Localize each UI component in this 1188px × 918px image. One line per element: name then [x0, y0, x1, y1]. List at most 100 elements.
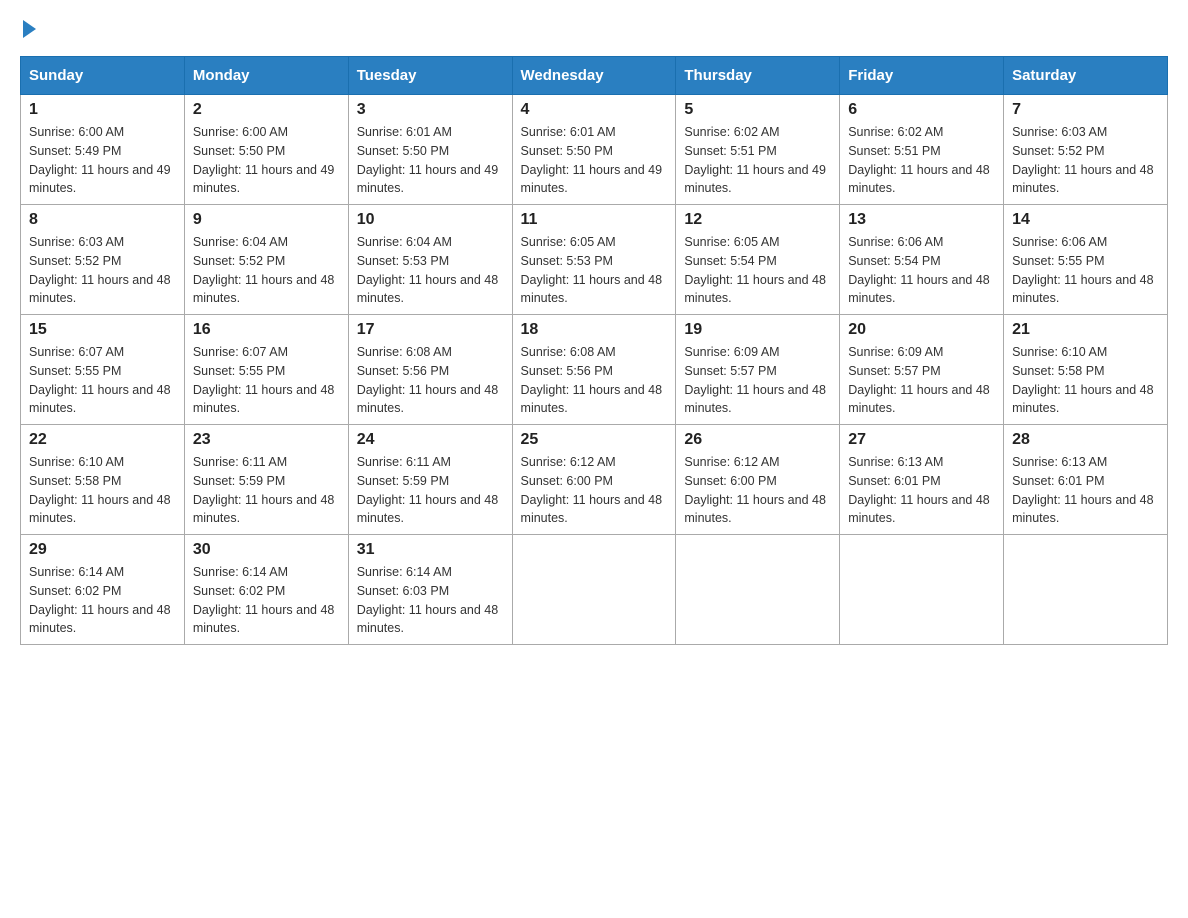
empty-cell — [676, 535, 840, 645]
calendar-day-8: 8 Sunrise: 6:03 AMSunset: 5:52 PMDaylight… — [21, 205, 185, 315]
calendar-day-7: 7 Sunrise: 6:03 AMSunset: 5:52 PMDaylight… — [1004, 95, 1168, 205]
day-info: Sunrise: 6:09 AMSunset: 5:57 PMDaylight:… — [848, 343, 995, 418]
day-number: 4 — [521, 101, 668, 119]
day-number: 12 — [684, 211, 831, 229]
calendar-day-22: 22 Sunrise: 6:10 AMSunset: 5:58 PMDayligh… — [21, 425, 185, 535]
day-number: 14 — [1012, 211, 1159, 229]
day-number: 5 — [684, 101, 831, 119]
day-number: 30 — [193, 541, 340, 559]
calendar-day-9: 9Sunrise: 6:04 AMSunset: 5:52 PMDaylight… — [184, 205, 348, 315]
day-number: 3 — [357, 101, 504, 119]
day-number: 13 — [848, 211, 995, 229]
column-header-friday: Friday — [840, 57, 1004, 95]
logo-triangle-icon — [23, 20, 36, 38]
day-number: 6 — [848, 101, 995, 119]
calendar-week-row-5: 29 Sunrise: 6:14 AMSunset: 6:02 PMDayligh… — [21, 535, 1168, 645]
column-header-wednesday: Wednesday — [512, 57, 676, 95]
day-info: Sunrise: 6:10 AMSunset: 5:58 PMDaylight:… — [1012, 343, 1159, 418]
calendar-week-row-1: 1 Sunrise: 6:00 AMSunset: 5:49 PMDaylight… — [21, 95, 1168, 205]
day-info: Sunrise: 6:12 AMSunset: 6:00 PMDaylight:… — [684, 453, 831, 528]
calendar-day-13: 13Sunrise: 6:06 AMSunset: 5:54 PMDayligh… — [840, 205, 1004, 315]
day-info: Sunrise: 6:07 AMSunset: 5:55 PMDaylight:… — [193, 343, 340, 418]
day-number: 27 — [848, 431, 995, 449]
day-info: Sunrise: 6:14 AMSunset: 6:03 PMDaylight:… — [357, 563, 504, 638]
column-header-tuesday: Tuesday — [348, 57, 512, 95]
day-info: Sunrise: 6:12 AMSunset: 6:00 PMDaylight:… — [521, 453, 668, 528]
day-number: 21 — [1012, 321, 1159, 339]
day-number: 22 — [29, 431, 176, 449]
day-number: 24 — [357, 431, 504, 449]
day-number: 17 — [357, 321, 504, 339]
calendar-day-30: 30 Sunrise: 6:14 AMSunset: 6:02 PMDayligh… — [184, 535, 348, 645]
day-info: Sunrise: 6:05 AMSunset: 5:53 PMDaylight:… — [521, 233, 668, 308]
calendar-day-11: 11 Sunrise: 6:05 AMSunset: 5:53 PMDayligh… — [512, 205, 676, 315]
day-info: Sunrise: 6:02 AMSunset: 5:51 PMDaylight:… — [848, 123, 995, 198]
calendar-day-14: 14 Sunrise: 6:06 AMSunset: 5:55 PMDayligh… — [1004, 205, 1168, 315]
day-info: Sunrise: 6:13 AMSunset: 6:01 PMDaylight:… — [1012, 453, 1159, 528]
day-number: 31 — [357, 541, 504, 559]
day-number: 11 — [521, 211, 668, 229]
empty-cell — [840, 535, 1004, 645]
day-number: 29 — [29, 541, 176, 559]
calendar-day-5: 5 Sunrise: 6:02 AMSunset: 5:51 PMDaylight… — [676, 95, 840, 205]
column-header-sunday: Sunday — [21, 57, 185, 95]
day-number: 10 — [357, 211, 504, 229]
day-number: 23 — [193, 431, 340, 449]
day-info: Sunrise: 6:02 AMSunset: 5:51 PMDaylight:… — [684, 123, 831, 198]
calendar-table: SundayMondayTuesdayWednesdayThursdayFrid… — [20, 56, 1168, 645]
day-info: Sunrise: 6:03 AMSunset: 5:52 PMDaylight:… — [1012, 123, 1159, 198]
calendar-day-20: 20 Sunrise: 6:09 AMSunset: 5:57 PMDayligh… — [840, 315, 1004, 425]
calendar-day-2: 2Sunrise: 6:00 AMSunset: 5:50 PMDaylight… — [184, 95, 348, 205]
logo — [20, 20, 36, 36]
day-info: Sunrise: 6:04 AMSunset: 5:52 PMDaylight:… — [193, 233, 340, 308]
day-number: 25 — [521, 431, 668, 449]
calendar-day-3: 3 Sunrise: 6:01 AMSunset: 5:50 PMDaylight… — [348, 95, 512, 205]
column-header-monday: Monday — [184, 57, 348, 95]
day-info: Sunrise: 6:11 AMSunset: 5:59 PMDaylight:… — [193, 453, 340, 528]
calendar-day-4: 4 Sunrise: 6:01 AMSunset: 5:50 PMDaylight… — [512, 95, 676, 205]
day-info: Sunrise: 6:00 AMSunset: 5:49 PMDaylight:… — [29, 123, 176, 198]
calendar-week-row-2: 8 Sunrise: 6:03 AMSunset: 5:52 PMDaylight… — [21, 205, 1168, 315]
day-info: Sunrise: 6:10 AMSunset: 5:58 PMDaylight:… — [29, 453, 176, 528]
day-info: Sunrise: 6:08 AMSunset: 5:56 PMDaylight:… — [357, 343, 504, 418]
calendar-day-15: 15 Sunrise: 6:07 AMSunset: 5:55 PMDayligh… — [21, 315, 185, 425]
day-number: 7 — [1012, 101, 1159, 119]
page-header — [20, 20, 1168, 36]
calendar-day-16: 16 Sunrise: 6:07 AMSunset: 5:55 PMDayligh… — [184, 315, 348, 425]
day-info: Sunrise: 6:03 AMSunset: 5:52 PMDaylight:… — [29, 233, 176, 308]
day-info: Sunrise: 6:07 AMSunset: 5:55 PMDaylight:… — [29, 343, 176, 418]
empty-cell — [1004, 535, 1168, 645]
calendar-day-6: 6 Sunrise: 6:02 AMSunset: 5:51 PMDaylight… — [840, 95, 1004, 205]
day-number: 1 — [29, 101, 176, 119]
calendar-day-26: 26Sunrise: 6:12 AMSunset: 6:00 PMDayligh… — [676, 425, 840, 535]
day-info: Sunrise: 6:14 AMSunset: 6:02 PMDaylight:… — [29, 563, 176, 638]
day-info: Sunrise: 6:14 AMSunset: 6:02 PMDaylight:… — [193, 563, 340, 638]
day-number: 20 — [848, 321, 995, 339]
day-info: Sunrise: 6:04 AMSunset: 5:53 PMDaylight:… — [357, 233, 504, 308]
day-number: 18 — [521, 321, 668, 339]
calendar-week-row-4: 22 Sunrise: 6:10 AMSunset: 5:58 PMDayligh… — [21, 425, 1168, 535]
calendar-day-1: 1 Sunrise: 6:00 AMSunset: 5:49 PMDaylight… — [21, 95, 185, 205]
day-number: 19 — [684, 321, 831, 339]
calendar-day-24: 24Sunrise: 6:11 AMSunset: 5:59 PMDayligh… — [348, 425, 512, 535]
day-info: Sunrise: 6:08 AMSunset: 5:56 PMDaylight:… — [521, 343, 668, 418]
day-number: 8 — [29, 211, 176, 229]
empty-cell — [512, 535, 676, 645]
day-info: Sunrise: 6:01 AMSunset: 5:50 PMDaylight:… — [521, 123, 668, 198]
day-number: 15 — [29, 321, 176, 339]
calendar-header-row: SundayMondayTuesdayWednesdayThursdayFrid… — [21, 57, 1168, 95]
day-info: Sunrise: 6:01 AMSunset: 5:50 PMDaylight:… — [357, 123, 504, 198]
calendar-day-23: 23 Sunrise: 6:11 AMSunset: 5:59 PMDayligh… — [184, 425, 348, 535]
calendar-day-21: 21 Sunrise: 6:10 AMSunset: 5:58 PMDayligh… — [1004, 315, 1168, 425]
day-number: 16 — [193, 321, 340, 339]
calendar-week-row-3: 15 Sunrise: 6:07 AMSunset: 5:55 PMDayligh… — [21, 315, 1168, 425]
column-header-thursday: Thursday — [676, 57, 840, 95]
day-info: Sunrise: 6:06 AMSunset: 5:55 PMDaylight:… — [1012, 233, 1159, 308]
calendar-day-29: 29 Sunrise: 6:14 AMSunset: 6:02 PMDayligh… — [21, 535, 185, 645]
calendar-day-27: 27Sunrise: 6:13 AMSunset: 6:01 PMDayligh… — [840, 425, 1004, 535]
calendar-day-25: 25 Sunrise: 6:12 AMSunset: 6:00 PMDayligh… — [512, 425, 676, 535]
day-number: 28 — [1012, 431, 1159, 449]
calendar-day-10: 10 Sunrise: 6:04 AMSunset: 5:53 PMDayligh… — [348, 205, 512, 315]
calendar-day-12: 12Sunrise: 6:05 AMSunset: 5:54 PMDayligh… — [676, 205, 840, 315]
column-header-saturday: Saturday — [1004, 57, 1168, 95]
